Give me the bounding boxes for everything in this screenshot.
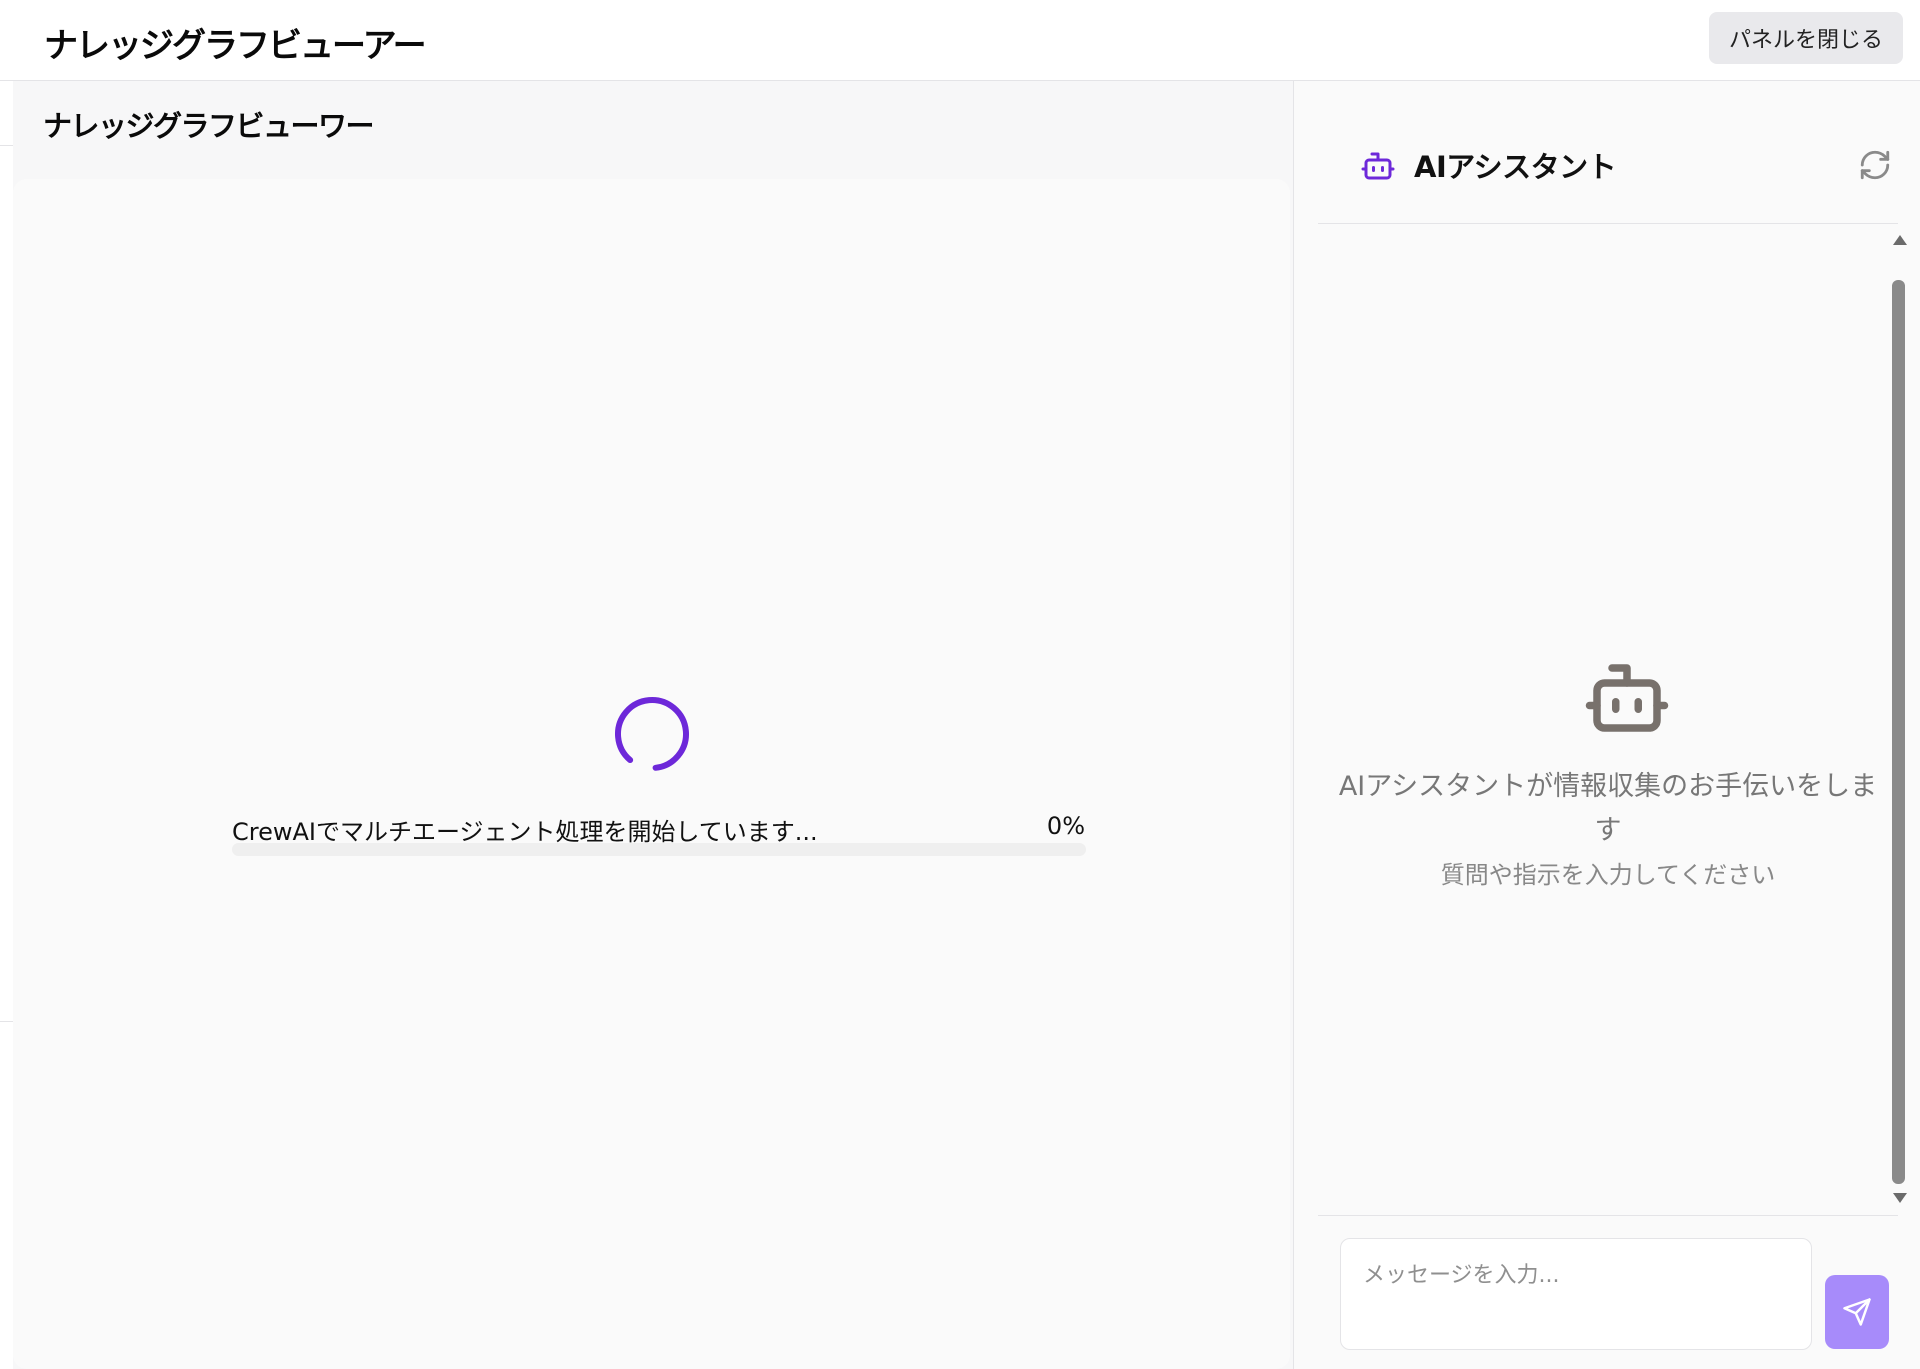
- scroll-up-arrow-icon[interactable]: [1893, 235, 1907, 245]
- progress-percent: 0%: [1046, 812, 1085, 840]
- send-icon: [1843, 1298, 1871, 1326]
- assistant-header: AIアシスタント: [1318, 81, 1898, 224]
- refresh-icon[interactable]: [1858, 148, 1892, 182]
- message-input[interactable]: [1340, 1238, 1812, 1350]
- empty-state-subtitle: 質問や指示を入力してください: [1440, 861, 1776, 889]
- send-button[interactable]: [1825, 1275, 1889, 1349]
- assistant-title: AIアシスタント: [1414, 150, 1617, 184]
- loading-spinner-icon: [615, 697, 689, 771]
- bot-icon: [1585, 664, 1669, 732]
- knowledge-graph-panel: ナレッジグラフビューワー CrewAIでマルチエージェント処理を開始しています.…: [13, 81, 1293, 1369]
- edge-divider: [0, 1021, 13, 1022]
- graph-canvas: CrewAIでマルチエージェント処理を開始しています... 0%: [13, 179, 1290, 1369]
- left-edge: [0, 81, 13, 1369]
- ai-assistant-panel: AIアシスタント AIアシスタントが情報収集のお手伝いをします 質問や指示を入力…: [1294, 81, 1920, 1369]
- top-bar: ナレッジグラフビューアー パネルを閉じる: [0, 0, 1920, 81]
- input-divider: [1318, 1215, 1898, 1216]
- app-title: ナレッジグラフビューアー: [44, 26, 427, 66]
- scroll-down-arrow-icon[interactable]: [1893, 1193, 1907, 1203]
- close-panel-button[interactable]: パネルを閉じる: [1709, 12, 1903, 64]
- viewer-title: ナレッジグラフビューワー: [43, 109, 375, 143]
- progress-bar: [232, 843, 1086, 856]
- bot-icon: [1361, 152, 1395, 180]
- chat-messages: AIアシスタントが情報収集のお手伝いをします 質問や指示を入力してください: [1318, 225, 1898, 1215]
- scroll-thumb[interactable]: [1892, 280, 1905, 1184]
- edge-divider: [0, 145, 13, 146]
- progress-label: CrewAIでマルチエージェント処理を開始しています...: [232, 818, 818, 846]
- chat-scrollbar[interactable]: [1888, 227, 1912, 1213]
- empty-state-title: AIアシスタントが情報収集のお手伝いをします: [1338, 771, 1878, 846]
